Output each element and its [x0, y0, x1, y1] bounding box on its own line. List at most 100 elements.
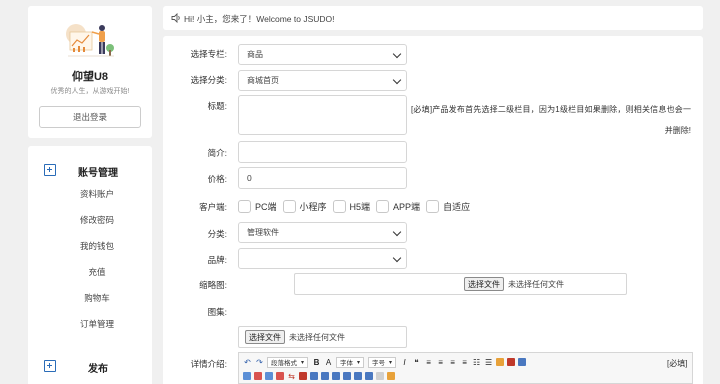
insert-row-icon[interactable] — [243, 372, 251, 380]
menu-section-publish[interactable]: 发布 — [28, 356, 152, 376]
undo-icon[interactable]: ↶ — [243, 358, 252, 367]
cell-props-icon[interactable] — [321, 372, 329, 380]
client-checkbox-app[interactable] — [376, 199, 390, 213]
gallery-label: 图集: — [207, 307, 227, 317]
video-icon[interactable] — [507, 358, 516, 366]
row-props-icon[interactable] — [343, 372, 351, 380]
brand-label: 品牌: — [207, 255, 227, 265]
table-delete-icon[interactable] — [365, 372, 373, 380]
publish-form: 选择专栏: 商品 选择分类: 商城首页 标题: [必填]产品发布首先选择二级栏目… — [163, 36, 703, 384]
table-icon[interactable] — [518, 358, 527, 366]
column-select[interactable]: 商品 — [238, 44, 407, 65]
image-icon[interactable] — [496, 358, 505, 366]
detail-label: 详情介绍: — [190, 359, 227, 369]
font-color-icon[interactable]: A — [324, 358, 333, 367]
thumb-file-status: 未选择任何文件 — [508, 280, 564, 289]
redo-icon[interactable]: ↷ — [255, 358, 264, 367]
chevron-down-icon — [392, 75, 402, 85]
client-label-h5: H5端 — [349, 201, 371, 212]
gallery-file-field: 选择文件 未选择任何文件 — [238, 326, 407, 348]
separator-icon — [376, 372, 384, 380]
align-center-icon[interactable]: ≡ — [436, 358, 445, 367]
notice-bar: Hi! 小主，您来了！Welcome to JSUDO! — [163, 6, 703, 30]
font-family-dropdown[interactable]: 字体 — [336, 356, 365, 368]
sidebar-menu: 账号管理 资料账户 修改密码 我的钱包 充值 购物车 订单管理 发布 — [28, 146, 152, 384]
thumb-label: 缩略图: — [199, 280, 227, 290]
client-checkbox-group: PC端 小程序 H5端 APP端 自适应 — [238, 199, 476, 213]
menu-item-wallet[interactable]: 我的钱包 — [56, 240, 138, 252]
align-right-icon[interactable]: ≡ — [448, 358, 457, 367]
type-label: 分类: — [207, 229, 227, 239]
detail-required-tag: [必填] — [667, 359, 688, 368]
merge-cells-icon[interactable]: ⇆ — [287, 372, 296, 381]
speaker-icon — [171, 13, 180, 23]
rich-editor-toolbar: ↶ ↷ 段落格式 B A 字体 字号 I ❝ ≡ ≡ ≡ ≡ ☷ ☰ ⇆ — [238, 352, 693, 384]
chevron-down-icon — [392, 253, 402, 263]
brand-select[interactable] — [238, 248, 407, 269]
category-select[interactable]: 商城首页 — [238, 70, 407, 91]
menu-item-change-password[interactable]: 修改密码 — [56, 214, 138, 226]
price-input[interactable]: 0 — [238, 167, 407, 189]
type-select-value: 管理软件 — [247, 228, 279, 237]
title-label: 标题: — [207, 101, 227, 111]
insert-col-icon[interactable] — [265, 372, 273, 380]
price-label: 价格: — [207, 174, 227, 184]
chevron-down-icon — [392, 227, 402, 237]
font-size-dropdown[interactable]: 字号 — [368, 356, 397, 368]
delete-col-icon[interactable] — [276, 372, 284, 380]
delete-row-icon[interactable] — [254, 372, 262, 380]
client-checkbox-h5[interactable] — [332, 199, 346, 213]
bold-icon[interactable]: B — [312, 358, 321, 367]
plus-square-icon — [44, 164, 56, 176]
menu-section-title: 账号管理 — [78, 168, 118, 179]
menu-item-profile[interactable]: 资料账户 — [56, 188, 138, 200]
italic-icon[interactable]: I — [400, 358, 409, 367]
column-select-value: 商品 — [247, 50, 263, 59]
table-props-icon[interactable] — [310, 372, 318, 380]
client-checkbox-miniprogram[interactable] — [282, 199, 296, 213]
client-checkbox-pc[interactable] — [238, 199, 251, 213]
column-label: 选择专栏: — [190, 49, 227, 59]
menu-item-recharge[interactable]: 充值 — [56, 266, 138, 278]
unordered-list-icon[interactable]: ☰ — [484, 358, 493, 367]
gallery-file-button[interactable]: 选择文件 — [245, 330, 285, 344]
plus-square-icon — [44, 360, 56, 372]
border-icon[interactable] — [332, 372, 340, 380]
paragraph-format-dropdown[interactable]: 段落格式 — [267, 356, 309, 368]
avatar-illustration — [66, 24, 114, 57]
intro-input[interactable] — [238, 141, 407, 163]
client-label-app: APP端 — [393, 201, 421, 212]
menu-item-orders[interactable]: 订单管理 — [56, 318, 138, 330]
title-input[interactable] — [238, 95, 407, 135]
profile-card: 仰望U8 优秀的人生，从游戏开始! 退出登录 — [28, 6, 152, 138]
source-code-icon[interactable] — [387, 372, 395, 380]
toolbar-row-1: ↶ ↷ 段落格式 B A 字体 字号 I ❝ ≡ ≡ ≡ ≡ ☷ ☰ — [243, 356, 529, 368]
chevron-down-icon — [392, 49, 402, 59]
type-select[interactable]: 管理软件 — [238, 222, 407, 243]
logout-button[interactable]: 退出登录 — [39, 106, 141, 128]
user-name: 仰望U8 — [71, 71, 109, 83]
client-label-pc: PC端 — [255, 201, 277, 212]
menu-item-cart[interactable]: 购物车 — [56, 292, 138, 304]
thumb-file-button[interactable]: 选择文件 — [464, 277, 504, 291]
blockquote-icon[interactable]: ❝ — [412, 358, 421, 367]
category-select-value: 商城首页 — [247, 76, 279, 85]
align-left-icon[interactable]: ≡ — [424, 358, 433, 367]
client-label-responsive: 自适应 — [443, 201, 471, 212]
col-props-icon[interactable] — [354, 372, 362, 380]
client-label: 客户端: — [199, 202, 227, 212]
menu-section-account[interactable]: 账号管理 — [28, 160, 152, 180]
notice-text: Hi! 小主，您来了！Welcome to JSUDO! — [184, 14, 335, 24]
toolbar-row-2: ⇆ — [243, 370, 398, 382]
gallery-file-status: 未选择任何文件 — [289, 333, 345, 342]
thumb-file-field: 选择文件 未选择任何文件 — [294, 273, 627, 295]
align-justify-icon[interactable]: ≡ — [460, 358, 469, 367]
client-checkbox-responsive[interactable] — [426, 199, 440, 213]
split-cells-icon[interactable] — [299, 372, 307, 380]
intro-label: 简介: — [207, 148, 227, 158]
client-label-miniprogram: 小程序 — [299, 201, 327, 212]
user-motto: 优秀的人生，从游戏开始! — [50, 88, 130, 95]
title-hint: [必填]产品发布首先选择二级栏目，因为1级栏目如果删除，则相关信息也会一并删除! — [411, 105, 691, 135]
menu-section-title: 发布 — [88, 364, 108, 375]
ordered-list-icon[interactable]: ☷ — [472, 358, 481, 367]
